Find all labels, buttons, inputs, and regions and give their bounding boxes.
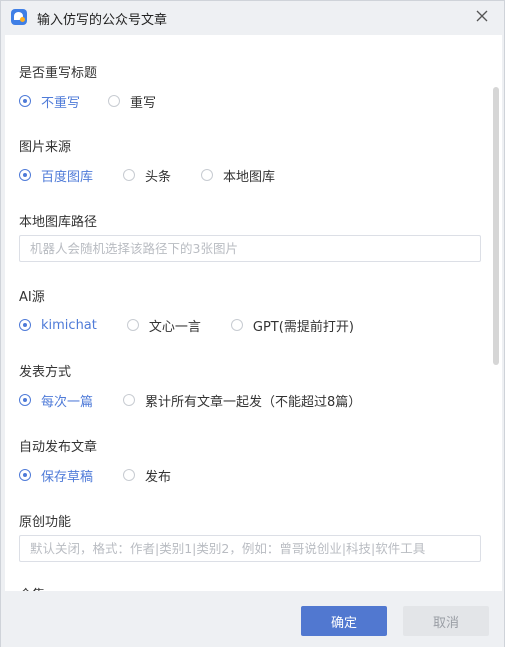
radio-dot	[19, 469, 31, 481]
title-bar: 输入仿写的公众号文章	[1, 1, 504, 35]
radio-dot	[19, 394, 31, 406]
radio-label: 百度图库	[41, 169, 94, 185]
radio-baidu-images[interactable]: 百度图库	[19, 166, 93, 185]
scrollbar[interactable]	[491, 35, 502, 591]
radio-one-per-time[interactable]: 每次一篇	[19, 391, 93, 410]
image-source-group: 百度图库 头条 本地图库	[19, 166, 275, 185]
radio-dot	[126, 319, 139, 331]
radio-label: 头条	[145, 169, 172, 185]
scrollbar-thumb[interactable]	[493, 87, 499, 365]
radio-gpt[interactable]: GPT(需提前打开)	[230, 316, 354, 335]
radio-local-images[interactable]: 本地图库	[201, 166, 275, 185]
dialog-footer: 确定 取消	[1, 591, 504, 647]
radio-no-rewrite[interactable]: 不重写	[19, 92, 80, 111]
radio-label: 不重写	[41, 95, 81, 111]
radio-label: 重写	[130, 95, 157, 111]
radio-dot	[108, 95, 121, 107]
original-feature-input[interactable]	[19, 535, 481, 562]
radio-label: 本地图库	[223, 169, 276, 185]
radio-dot	[123, 169, 136, 181]
ai-source-group: kimichat 文心一言 GPT(需提前打开)	[19, 316, 354, 335]
radio-toutiao[interactable]: 头条	[123, 166, 171, 185]
radio-label: 累计所有文章一起发（不能超过8篇）	[145, 394, 362, 410]
local-path-label: 本地图库路径	[19, 215, 98, 230]
publish-mode-group: 每次一篇 累计所有文章一起发（不能超过8篇）	[19, 391, 361, 410]
radio-dot	[123, 469, 136, 481]
confirm-button[interactable]: 确定	[301, 606, 387, 636]
rewrite-title-label: 是否重写标题	[19, 66, 98, 81]
radio-label: kimichat	[41, 317, 97, 333]
auto-publish-label: 自动发布文章	[19, 440, 98, 455]
radio-label: 每次一篇	[41, 394, 94, 410]
radio-label: 保存草稿	[41, 469, 94, 485]
close-icon[interactable]	[472, 6, 492, 26]
app-logo-icon	[11, 9, 27, 25]
image-source-label: 图片来源	[19, 140, 72, 155]
radio-rewrite[interactable]: 重写	[108, 92, 156, 111]
radio-dot	[123, 394, 136, 406]
radio-batch-publish[interactable]: 累计所有文章一起发（不能超过8篇）	[123, 391, 361, 410]
radio-dot	[19, 169, 31, 181]
radio-dot	[19, 319, 31, 331]
radio-label: 发布	[145, 469, 172, 485]
radio-dot	[230, 319, 243, 331]
cancel-button[interactable]: 取消	[403, 606, 489, 636]
auto-publish-group: 保存草稿 发布	[19, 466, 171, 485]
radio-save-draft[interactable]: 保存草稿	[19, 466, 93, 485]
radio-label: 文心一言	[148, 319, 201, 335]
ai-source-label: AI源	[19, 290, 45, 305]
original-feature-label: 原创功能	[19, 515, 72, 530]
local-path-input[interactable]	[19, 235, 481, 262]
collection-label: 合集	[19, 584, 45, 591]
form-panel: 是否重写标题 不重写 重写 图片来源 百度图库 头条 本地图库 本地图库路径 机…	[5, 35, 502, 591]
publish-mode-label: 发表方式	[19, 365, 72, 380]
radio-dot	[19, 95, 31, 107]
radio-publish[interactable]: 发布	[123, 466, 171, 485]
rewrite-title-group: 不重写 重写	[19, 92, 156, 111]
radio-wenxin[interactable]: 文心一言	[126, 316, 201, 335]
dialog-title: 输入仿写的公众号文章	[37, 13, 168, 28]
radio-label: GPT(需提前打开)	[252, 319, 354, 335]
dialog-window: 输入仿写的公众号文章 是否重写标题 不重写 重写 图片来源 百度图库 头条 本地…	[0, 0, 505, 647]
radio-kimichat[interactable]: kimichat	[19, 318, 97, 333]
radio-dot	[201, 169, 214, 181]
